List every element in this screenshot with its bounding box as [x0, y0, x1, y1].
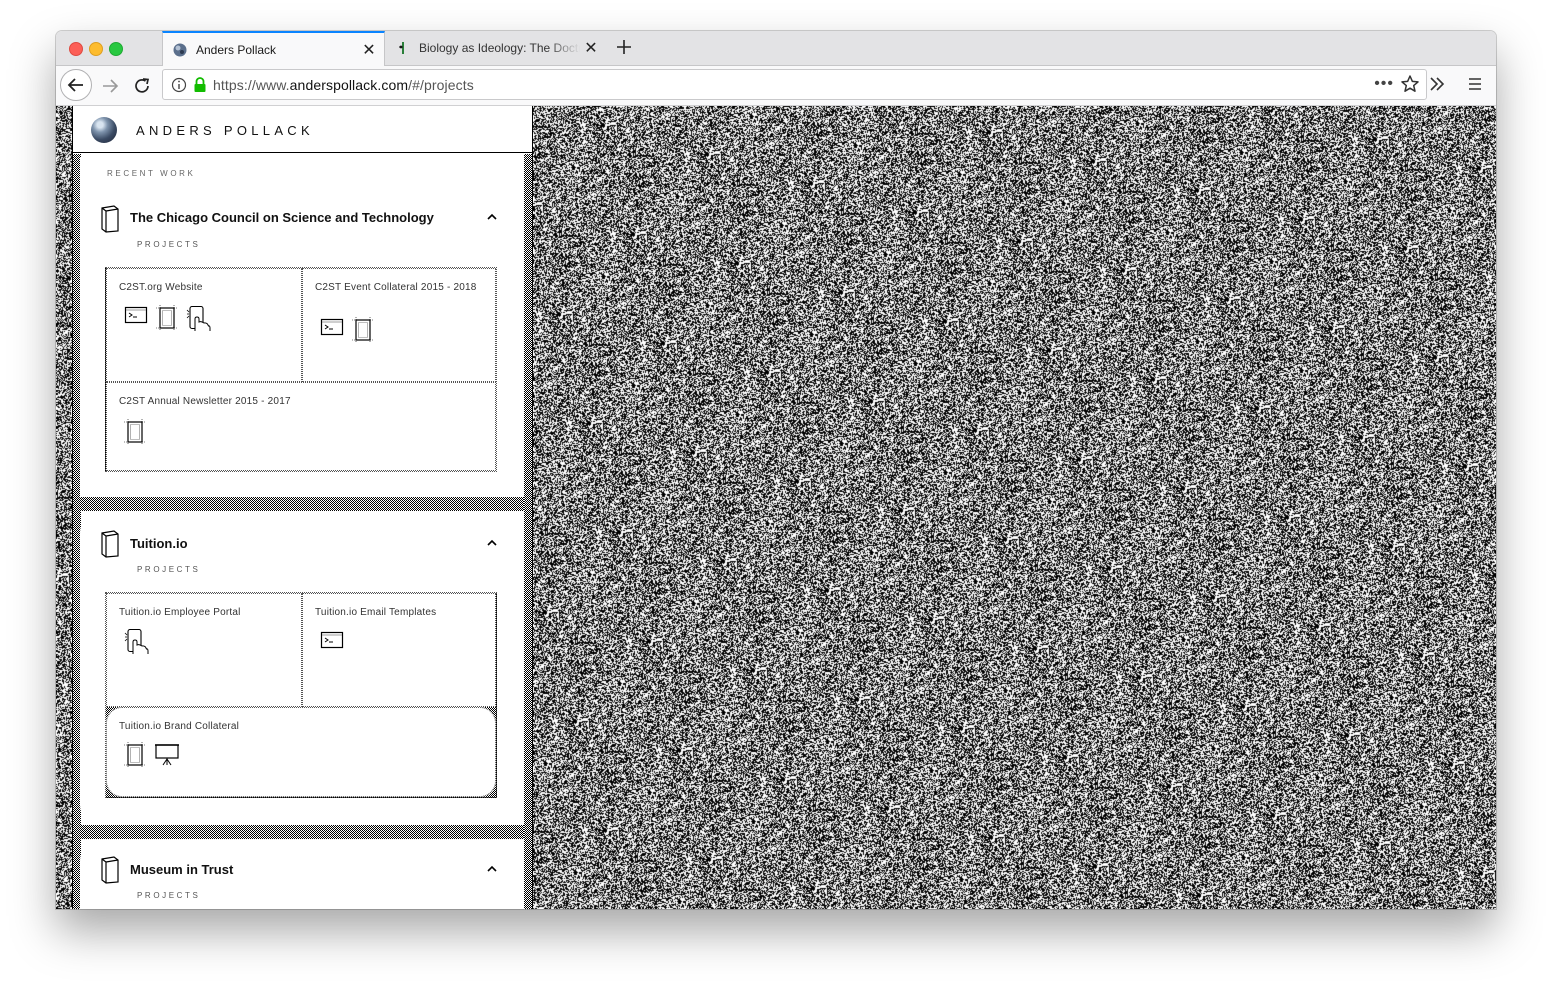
project-card[interactable]: C2ST Event Collateral 2015 - 2018: [302, 268, 496, 382]
book-icon: [99, 856, 121, 884]
client-name[interactable]: The Chicago Council on Science and Techn…: [130, 210, 434, 225]
project-title: C2ST.org Website: [119, 282, 203, 293]
url-path: /#/projects: [408, 76, 474, 93]
chevron-up-icon[interactable]: [485, 536, 499, 550]
tab-strip: Anders Pollack ✕ Biology as Ideology: Th…: [56, 31, 1496, 66]
projects-label: PROJECTS: [137, 565, 201, 574]
terminal-icon: [320, 317, 344, 337]
book-icon: [99, 205, 121, 233]
page-content: ANDERS POLLACK RECENT WORK The Chicago C…: [56, 106, 1496, 909]
project-title: Tuition.io Brand Collateral: [119, 721, 240, 732]
new-tab-button[interactable]: [616, 35, 632, 60]
hamburger-menu-button[interactable]: [1466, 75, 1484, 98]
book-icon: [399, 42, 404, 54]
project-card[interactable]: C2ST Annual Newsletter 2015 - 2017: [106, 382, 496, 471]
terminal-icon: [320, 630, 344, 650]
section-label: RECENT WORK: [101, 169, 202, 178]
client-name[interactable]: Tuition.io: [130, 536, 188, 551]
book-icon: [99, 530, 121, 558]
close-tab-icon[interactable]: ✕: [358, 40, 380, 60]
client-card: Museum in Trust PROJECTS: [80, 839, 524, 909]
bookmark-star-icon[interactable]: [1400, 74, 1420, 94]
client-card: Tuition.io PROJECTS Tuition.io Employee …: [80, 511, 524, 827]
divider: [80, 825, 524, 839]
back-button[interactable]: [60, 69, 92, 101]
arrow-right-icon: [103, 79, 119, 93]
globe-icon: [173, 43, 187, 56]
close-tab-icon[interactable]: ✕: [580, 38, 602, 58]
projects-panel: ANDERS POLLACK RECENT WORK The Chicago C…: [72, 106, 533, 909]
navigation-bar: https://www.anderspollack.com/#/projects…: [56, 66, 1496, 106]
project-title: Tuition.io Employee Portal: [119, 607, 241, 618]
project-title: C2ST Event Collateral 2015 - 2018: [315, 282, 477, 293]
page-actions-icon[interactable]: •••: [1374, 75, 1394, 93]
double-chevron-right-icon: [1430, 77, 1445, 91]
tab-title: Anders Pollack: [196, 42, 277, 57]
tab-biology-as-ideology[interactable]: Biology as Ideology: The Doctrine of DNA…: [386, 31, 606, 65]
terminal-icon: [124, 305, 148, 325]
tab-anders-pollack[interactable]: Anders Pollack ✕: [162, 31, 385, 66]
hand-pointer-icon: [186, 305, 212, 333]
project-card[interactable]: Tuition.io Employee Portal: [106, 593, 302, 707]
project-card[interactable]: Tuition.io Brand Collateral: [106, 707, 496, 797]
project-grid: C2ST.org Website C2ST Event Collateral 2…: [105, 267, 497, 472]
print-page-icon: [124, 419, 146, 445]
project-title: Tuition.io Email Templates: [315, 607, 437, 618]
project-card[interactable]: Tuition.io Email Templates: [302, 593, 496, 707]
url-text[interactable]: https://www.anderspollack.com/#/projects: [213, 77, 474, 93]
projects-label: PROJECTS: [137, 891, 201, 900]
site-name[interactable]: ANDERS POLLACK: [136, 123, 314, 138]
print-page-icon: [124, 742, 146, 768]
project-title: C2ST Annual Newsletter 2015 - 2017: [119, 396, 291, 407]
hamburger-icon: [1469, 78, 1481, 90]
url-host: anderspollack.com: [289, 76, 409, 93]
client-name[interactable]: Museum in Trust: [130, 862, 233, 877]
reload-button[interactable]: [128, 72, 156, 100]
divider: [80, 497, 524, 511]
print-page-icon: [156, 305, 178, 331]
forward-button[interactable]: [96, 72, 124, 100]
tab-title: Biology as Ideology: The Doctrine of DNA: [419, 41, 580, 55]
chevron-up-icon[interactable]: [485, 862, 499, 876]
project-card[interactable]: C2ST.org Website: [106, 268, 302, 382]
info-icon[interactable]: [171, 77, 187, 93]
right-dotted-rail: [524, 154, 532, 909]
presentation-icon: [154, 742, 180, 766]
address-bar[interactable]: https://www.anderspollack.com/#/projects…: [162, 69, 1427, 100]
minimize-window-button[interactable]: [89, 42, 103, 56]
project-grid: Tuition.io Employee Portal Tuition.io Em…: [105, 592, 497, 798]
globe-logo-icon[interactable]: [91, 117, 117, 143]
client-card: RECENT WORK The Chicago Council on Scien…: [80, 158, 524, 499]
zoom-window-button[interactable]: [109, 42, 123, 56]
reload-icon: [135, 78, 150, 93]
hand-pointer-icon: [124, 628, 150, 656]
close-window-button[interactable]: [69, 42, 83, 56]
toolbar-overflow-button[interactable]: [1428, 75, 1446, 98]
browser-window: Anders Pollack ✕ Biology as Ideology: Th…: [56, 31, 1496, 909]
projects-label: PROJECTS: [137, 240, 201, 249]
site-header: ANDERS POLLACK: [73, 106, 532, 153]
lock-icon[interactable]: [193, 76, 207, 93]
chevron-up-icon[interactable]: [485, 210, 499, 224]
url-scheme: https://www.: [213, 76, 290, 93]
print-page-icon: [352, 317, 374, 343]
plus-icon: [617, 40, 631, 54]
arrow-left-icon: [67, 78, 83, 92]
